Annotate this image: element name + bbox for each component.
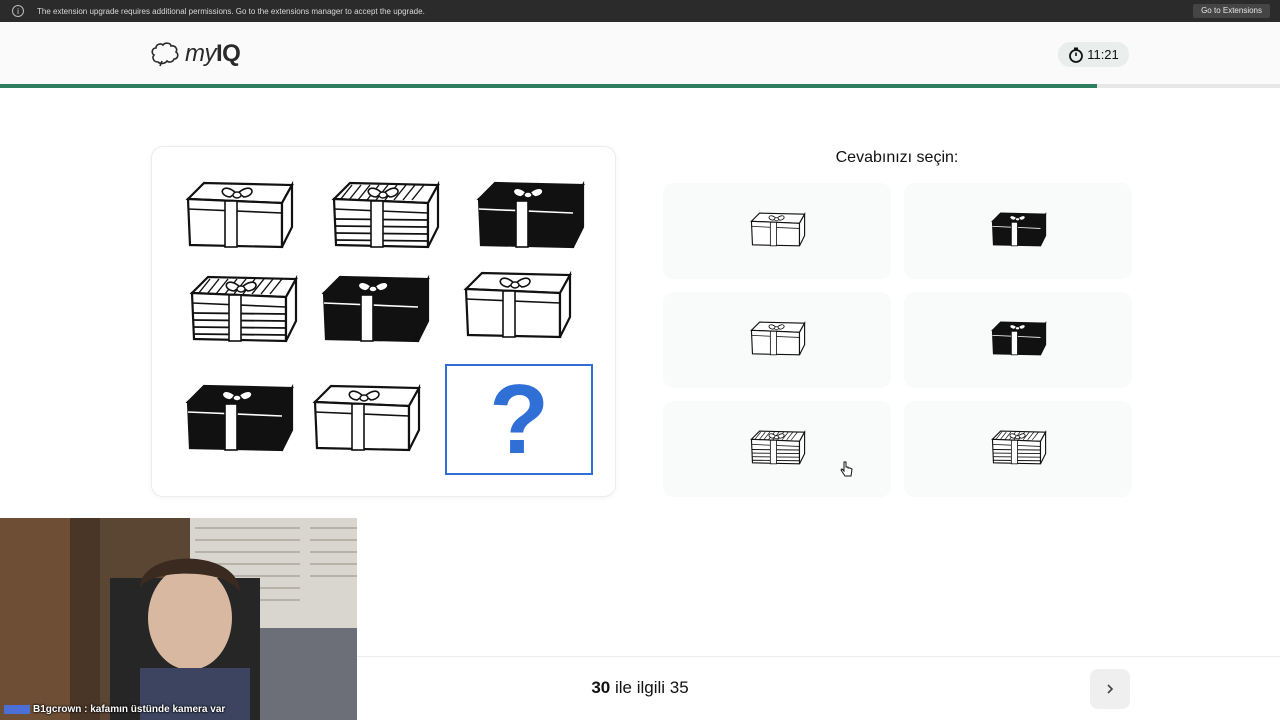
progress-bar xyxy=(0,84,1280,88)
progress-fill xyxy=(0,84,1097,88)
webcam-overlay: B1gcrown : kafamın üstünde kamera var xyxy=(0,518,357,720)
answer-option-striped-box[interactable] xyxy=(663,401,891,497)
logo-my: my xyxy=(185,40,217,67)
hand-cursor-icon xyxy=(840,461,853,477)
question-mark: ? xyxy=(489,364,549,474)
myiq-logo[interactable]: myIQ xyxy=(150,40,241,68)
go-to-extensions-button[interactable]: Go to Extensions xyxy=(1193,4,1270,18)
black-box-cell xyxy=(469,173,589,263)
webcam-video xyxy=(0,518,357,720)
timer-badge: 11:21 xyxy=(1058,42,1129,67)
current-question-number: 30 xyxy=(591,678,611,697)
info-icon: i xyxy=(12,5,24,17)
chevron-right-icon xyxy=(1107,684,1114,694)
striped-box-cell xyxy=(324,173,444,263)
logo-iq: IQ xyxy=(216,40,241,67)
extension-warning-message: The extension upgrade requires additiona… xyxy=(37,6,425,16)
answer-option-black-box[interactable] xyxy=(904,183,1132,279)
answer-option-striped-box[interactable] xyxy=(904,401,1132,497)
plain-box-cell xyxy=(178,173,298,263)
missing-cell: ? xyxy=(445,364,593,475)
timer-value: 11:21 xyxy=(1087,47,1119,62)
chat-message: B1gcrown : kafamın üstünde kamera var xyxy=(4,704,225,715)
black-box-cell xyxy=(178,376,298,466)
extension-warning-bar: i The extension upgrade requires additio… xyxy=(0,0,1280,22)
app-header: myIQ 11:21 xyxy=(0,22,1280,84)
question-total-text: ile ilgili 35 xyxy=(614,678,689,697)
chat-badges-icon xyxy=(4,704,30,714)
chat-text: B1gcrown : kafamın üstünde kamera var xyxy=(33,704,226,715)
answer-option-black-box[interactable] xyxy=(904,292,1132,388)
question-counter: 30 ile ilgili 35 xyxy=(357,678,923,698)
black-box-cell xyxy=(314,267,434,357)
plain-box-cell xyxy=(305,376,425,466)
puzzle-matrix: ? xyxy=(151,146,616,497)
question-footer: 30 ile ilgili 35 xyxy=(357,656,1280,720)
plain-box-cell xyxy=(456,263,576,353)
answer-prompt: Cevabınızı seçin: xyxy=(835,149,959,166)
answer-option-plain-box[interactable] xyxy=(663,183,891,279)
answer-option-plain-box[interactable] xyxy=(663,292,891,388)
brain-icon xyxy=(151,42,179,67)
stopwatch-icon xyxy=(1069,47,1084,63)
logo-wordmark: myIQ xyxy=(185,40,241,68)
striped-box-cell xyxy=(182,267,302,357)
next-button[interactable] xyxy=(1090,669,1130,709)
